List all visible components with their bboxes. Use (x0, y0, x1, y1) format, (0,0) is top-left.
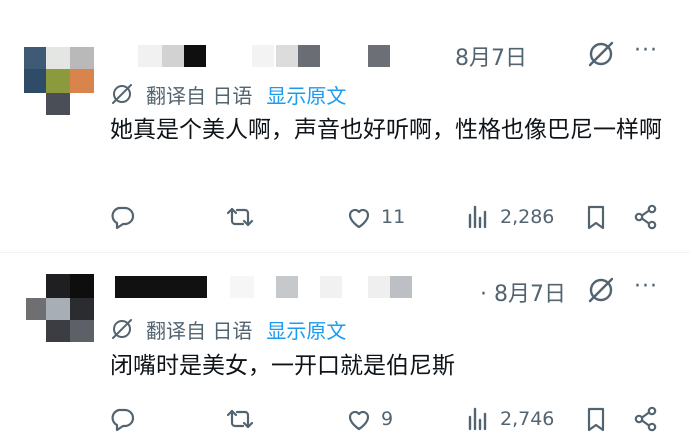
action-bar: 11 2,286 (108, 202, 668, 232)
post-1[interactable]: 8月7日 ··· 翻译自 日语 显示原文 她真是个美人啊，声音也好听啊，性格也像… (0, 0, 690, 252)
bookmark-button[interactable] (582, 202, 610, 232)
retweet-icon (226, 409, 254, 429)
views-icon (468, 407, 487, 431)
translate-icon (110, 82, 134, 106)
show-original-link[interactable]: 显示原文 (266, 80, 346, 109)
retweet-button[interactable] (226, 202, 254, 232)
views-button[interactable]: 2,286 (464, 202, 554, 232)
share-button[interactable] (632, 404, 660, 434)
like-count: 9 (381, 408, 394, 430)
bookmark-icon (587, 407, 605, 432)
translate-icon (110, 317, 134, 341)
retweet-icon (226, 207, 254, 227)
like-button[interactable]: 9 (345, 404, 393, 434)
bookmark-icon (587, 205, 605, 230)
view-count: 2,286 (500, 206, 555, 228)
show-original-link[interactable]: 显示原文 (266, 315, 346, 344)
more-icon[interactable]: ··· (634, 274, 658, 299)
grok-icon[interactable] (586, 39, 616, 69)
views-icon (468, 205, 487, 229)
retweet-button[interactable] (226, 404, 254, 434)
post-text: 闭嘴时是美女，一开口就是伯尼斯 (110, 353, 455, 379)
translation-row: 翻译自 日语 显示原文 (110, 315, 346, 344)
grok-icon[interactable] (586, 275, 616, 305)
share-icon (634, 406, 657, 432)
post-2[interactable]: · 8月7日 ··· 翻译自 日语 显示原文 闭嘴时是美女，一开口就是伯尼斯 9… (0, 252, 690, 448)
translated-from-label: 翻译自 日语 (146, 83, 253, 108)
like-count: 11 (381, 206, 406, 228)
reply-icon (111, 206, 135, 230)
bookmark-button[interactable] (582, 404, 610, 434)
action-bar: 9 2,746 (108, 404, 668, 434)
post-text: 她真是个美人啊，声音也好听啊，性格也像巴尼一样啊 (110, 117, 662, 143)
more-icon[interactable]: ··· (634, 38, 658, 63)
like-icon (348, 410, 370, 431)
reply-button[interactable] (108, 202, 136, 232)
view-count: 2,746 (500, 408, 555, 430)
translated-from-label: 翻译自 日语 (146, 318, 253, 343)
post-date[interactable]: 8月7日 (455, 40, 527, 72)
like-icon (348, 208, 370, 229)
post-date[interactable]: · 8月7日 (480, 276, 566, 308)
share-icon (634, 204, 657, 230)
share-button[interactable] (632, 202, 660, 232)
views-button[interactable]: 2,746 (464, 404, 554, 434)
reply-button[interactable] (108, 404, 136, 434)
like-button[interactable]: 11 (345, 202, 405, 232)
reply-icon (111, 408, 135, 432)
translation-row: 翻译自 日语 显示原文 (110, 80, 346, 109)
